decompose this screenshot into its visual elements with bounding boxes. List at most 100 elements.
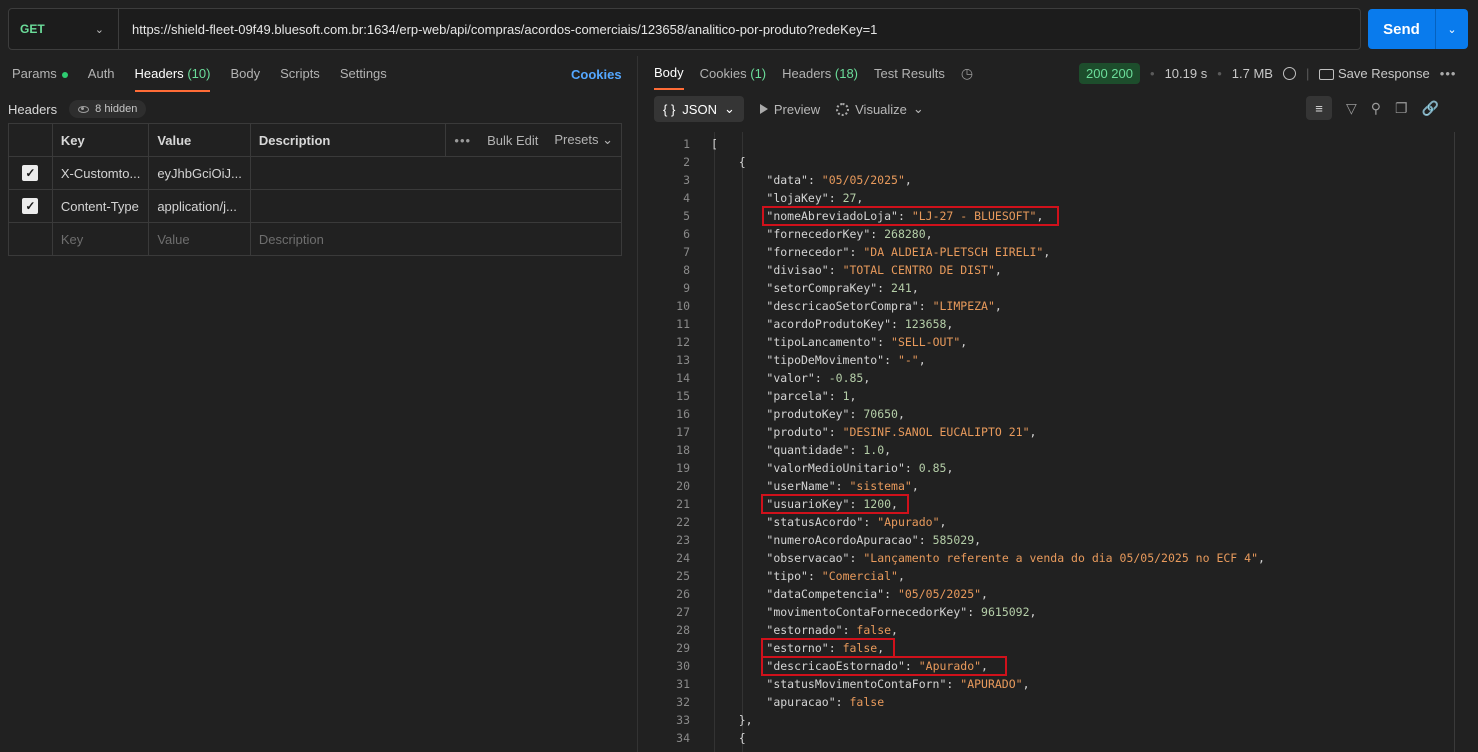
json-value: "sistema" — [849, 479, 912, 493]
send-group: Send ⌄ — [1368, 9, 1468, 49]
response-status-bar: 200 200 • 10.19 s • 1.7 MB | Save Respon… — [1079, 63, 1456, 84]
tab-test-results[interactable]: Test Results — [874, 66, 945, 89]
highlight-box — [761, 656, 1007, 676]
response-time[interactable]: 10.19 s — [1165, 66, 1208, 81]
search-icon[interactable]: ⚲ — [1371, 100, 1381, 117]
cookies-link[interactable]: Cookies — [571, 67, 622, 82]
save-response-button[interactable]: Save Response — [1319, 66, 1430, 81]
header-description-cell[interactable] — [249, 189, 623, 223]
header-description-cell[interactable] — [249, 156, 623, 190]
body-toolbar: { } JSON ⌄ Preview Visualize ⌄ — [654, 96, 924, 122]
json-line: 34 { — [638, 729, 1448, 747]
presets-dropdown[interactable]: Presets ⌄ — [554, 132, 613, 148]
json-line: 20 "userName": "sistema", — [638, 477, 1448, 495]
json-key: "quantidade" — [766, 443, 850, 457]
table-row: ✓ Content-Type application/j... — [8, 189, 623, 223]
scrollbar[interactable] — [1454, 132, 1455, 752]
json-bracket: { — [711, 731, 746, 745]
tab-body[interactable]: Body — [230, 66, 260, 92]
bulk-edit-button[interactable]: Bulk Edit — [487, 133, 538, 148]
json-line: 14 "valor": -0.85, — [638, 369, 1448, 387]
json-line: 32 "apuracao": false — [638, 693, 1448, 711]
table-row-new: Key Value Description — [8, 222, 623, 256]
network-globe-icon[interactable] — [1282, 67, 1296, 80]
json-value: 9615092 — [981, 605, 1030, 619]
json-line: 25 "tipo": "Comercial", — [638, 567, 1448, 585]
json-value: "LIMPEZA" — [932, 299, 995, 313]
json-line: 26 "dataCompetencia": "05/05/2025", — [638, 585, 1448, 603]
header-value-cell[interactable]: application/j... — [148, 189, 251, 223]
json-punct: , — [849, 389, 857, 403]
new-value-input[interactable]: Value — [148, 222, 251, 256]
json-viewer[interactable]: 1[2 {3 "data": "05/05/2025", 4 "lojaKey":… — [638, 132, 1455, 752]
wrap-lines-icon[interactable]: ≡ — [1306, 96, 1332, 120]
method-select[interactable]: GET ⌄ — [9, 9, 119, 49]
status-badge[interactable]: 200 200 — [1079, 63, 1140, 84]
json-key: "fornecedorKey" — [766, 227, 871, 241]
json-key: "observacao" — [766, 551, 850, 565]
more-actions-icon[interactable]: ••• — [1440, 66, 1457, 81]
column-value: Value — [148, 123, 251, 157]
json-value: 1 — [842, 389, 850, 403]
json-line: 28 "estornado": false, — [638, 621, 1448, 639]
json-punct: , — [925, 227, 933, 241]
line-number: 20 — [676, 479, 690, 493]
tab-response-body[interactable]: Body — [654, 65, 684, 90]
json-punct: , — [981, 587, 988, 601]
json-bracket: { — [711, 155, 746, 169]
line-number: 3 — [683, 173, 690, 187]
link-icon[interactable]: 🔗 — [1422, 100, 1439, 117]
new-description-input[interactable]: Description — [249, 222, 623, 256]
url-input[interactable]: https://shield-fleet-09f49.bluesoft.com.… — [119, 22, 877, 37]
copy-icon[interactable]: ❐ — [1395, 100, 1408, 117]
tab-auth[interactable]: Auth — [88, 66, 115, 92]
json-punct: , — [918, 353, 926, 367]
json-key: "acordoProdutoKey" — [766, 317, 892, 331]
tab-response-headers[interactable]: Headers (18) — [782, 66, 858, 89]
line-number: 24 — [676, 551, 690, 565]
more-options-icon[interactable]: ••• — [454, 133, 471, 148]
visualize-button[interactable]: Visualize ⌄ — [836, 101, 924, 117]
json-punct: , — [1043, 245, 1051, 259]
tab-settings[interactable]: Settings — [340, 66, 387, 92]
json-punct: , — [904, 173, 912, 187]
row-enabled-checkbox[interactable]: ✓ — [22, 198, 39, 214]
json-value: "SELL-OUT" — [891, 335, 961, 349]
highlight-box — [761, 494, 909, 514]
header-key-cell[interactable]: X-Customto... — [51, 156, 150, 190]
line-number: 8 — [683, 263, 690, 277]
chevron-down-icon[interactable]: ⌄ — [913, 101, 924, 117]
json-value: 1.0 — [863, 443, 885, 457]
json-key: "divisao" — [766, 263, 829, 277]
tab-headers[interactable]: Headers (10) — [134, 66, 211, 92]
json-punct: , — [1029, 605, 1037, 619]
row-enabled-checkbox[interactable]: ✓ — [22, 165, 39, 181]
send-button[interactable]: Send — [1368, 9, 1435, 49]
json-key: "setorCompraKey" — [766, 281, 878, 295]
new-key-input[interactable]: Key — [51, 222, 150, 256]
header-value-cell[interactable]: eyJhbGciOiJ... — [148, 156, 251, 190]
format-select[interactable]: { } JSON ⌄ — [654, 96, 744, 122]
tab-params[interactable]: Params — [12, 66, 68, 92]
line-number: 16 — [676, 407, 690, 421]
json-line: 33 }, — [638, 711, 1448, 729]
json-value: "APURADO" — [960, 677, 1023, 691]
json-key: "data" — [766, 173, 808, 187]
filter-icon[interactable]: ▽ — [1346, 100, 1357, 117]
preview-button[interactable]: Preview — [759, 102, 820, 117]
header-key-cell[interactable]: Content-Type — [51, 189, 150, 223]
highlight-box — [761, 638, 895, 658]
line-number: 12 — [676, 335, 690, 349]
json-value: 123658 — [904, 317, 947, 331]
tab-scripts[interactable]: Scripts — [280, 66, 320, 92]
response-size[interactable]: 1.7 MB — [1232, 66, 1273, 81]
history-icon[interactable]: ◷ — [961, 65, 973, 90]
send-options-chevron-icon[interactable]: ⌄ — [1435, 9, 1468, 49]
json-bracket: [ — [711, 137, 718, 151]
line-number: 15 — [676, 389, 690, 403]
hidden-headers-toggle[interactable]: 8 hidden — [69, 100, 147, 118]
json-line: 21 "usuarioKey": 1200, — [638, 495, 1448, 513]
tab-response-cookies[interactable]: Cookies (1) — [700, 66, 766, 89]
json-key: "tipoDeMovimento" — [766, 353, 885, 367]
json-punct: , — [994, 263, 1002, 277]
